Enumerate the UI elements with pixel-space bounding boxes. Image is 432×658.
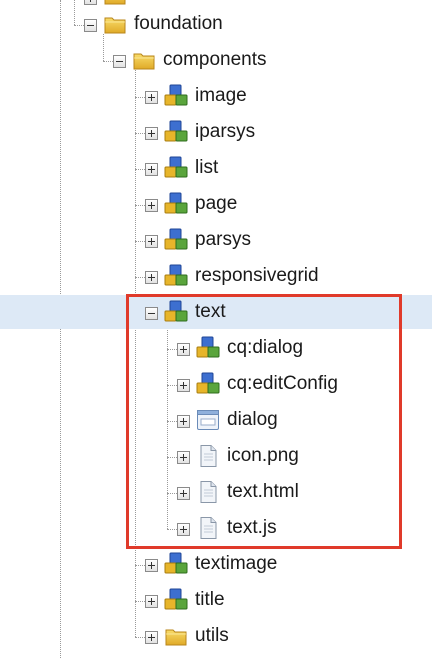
expand-toggle-icon[interactable]: [145, 163, 158, 176]
collapse-toggle-icon[interactable]: [113, 55, 126, 68]
expand-toggle-icon[interactable]: [177, 487, 190, 500]
component-icon: [163, 587, 189, 613]
component-icon: [163, 263, 189, 289]
tree-node-label[interactable]: list: [195, 156, 218, 180]
tree-node-label[interactable]: parsys: [195, 228, 251, 252]
tree-node-label[interactable]: utils: [195, 624, 229, 648]
expand-toggle-icon[interactable]: [145, 235, 158, 248]
collapse-toggle-icon[interactable]: [145, 307, 158, 320]
component-icon: [163, 155, 189, 181]
folder-icon: [102, 11, 128, 37]
expand-toggle-icon[interactable]: [145, 271, 158, 284]
file-icon: [195, 479, 221, 505]
component-icon: [195, 335, 221, 361]
expand-toggle-icon[interactable]: [145, 631, 158, 644]
tree-node-label[interactable]: cq:dialog: [227, 336, 303, 360]
expand-toggle-icon[interactable]: [177, 379, 190, 392]
expand-toggle-icon[interactable]: [145, 559, 158, 572]
expand-toggle-icon[interactable]: [177, 451, 190, 464]
tree-node-label[interactable]: title: [195, 588, 225, 612]
dialog-icon: [195, 407, 221, 433]
file-icon: [195, 515, 221, 541]
expand-toggle-icon[interactable]: [84, 0, 97, 5]
collapse-toggle-icon[interactable]: [84, 19, 97, 32]
tree-node-label[interactable]: iparsys: [195, 120, 255, 144]
folder-icon: [102, 0, 128, 8]
tree-node-label[interactable]: text: [195, 300, 226, 324]
tree-node-label[interactable]: textimage: [195, 552, 277, 576]
tree-node-label[interactable]: image: [195, 84, 247, 108]
expand-toggle-icon[interactable]: [145, 91, 158, 104]
component-icon: [163, 191, 189, 217]
repository-tree: foundation components image iparsys list page…: [0, 0, 432, 658]
tree-node-label[interactable]: page: [195, 192, 237, 216]
component-icon: [163, 119, 189, 145]
expand-toggle-icon[interactable]: [145, 199, 158, 212]
file-icon: [195, 443, 221, 469]
tree-node-label[interactable]: text.html: [227, 480, 299, 504]
expand-toggle-icon[interactable]: [145, 127, 158, 140]
tree-node-label[interactable]: foundation: [134, 12, 223, 36]
component-icon: [163, 299, 189, 325]
tree-node-label[interactable]: responsivegrid: [195, 264, 319, 288]
folder-icon: [163, 623, 189, 649]
expand-toggle-icon[interactable]: [145, 595, 158, 608]
folder-icon: [131, 47, 157, 73]
tree-node-label[interactable]: dialog: [227, 408, 278, 432]
expand-toggle-icon[interactable]: [177, 523, 190, 536]
tree-node-label[interactable]: cq:editConfig: [227, 372, 338, 396]
tree-node-label[interactable]: text.js: [227, 516, 277, 540]
tree-node-label[interactable]: icon.png: [227, 444, 299, 468]
component-icon: [195, 371, 221, 397]
expand-toggle-icon[interactable]: [177, 415, 190, 428]
component-icon: [163, 83, 189, 109]
expand-toggle-icon[interactable]: [177, 343, 190, 356]
component-icon: [163, 227, 189, 253]
tree-node-label[interactable]: components: [163, 48, 267, 72]
component-icon: [163, 551, 189, 577]
